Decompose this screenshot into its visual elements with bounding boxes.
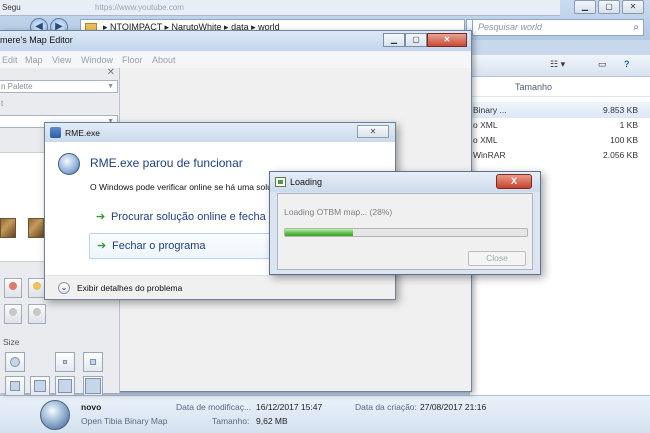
minimize-button[interactable]: ▁ xyxy=(383,33,405,47)
option-label: Fechar o programa xyxy=(112,240,206,252)
map-editor-title: mere's Map Editor xyxy=(0,35,73,45)
brush-size-circle-button[interactable] xyxy=(5,352,25,372)
file-type: Binary ... xyxy=(473,105,507,115)
search-icon[interactable]: ⌕ xyxy=(633,20,639,35)
close-dialog-button: Close xyxy=(468,251,526,266)
column-header: Tamanho xyxy=(470,77,650,97)
brush-tool-button[interactable] xyxy=(4,278,22,298)
brush-tool-button[interactable] xyxy=(28,304,46,324)
palette-subtitle-text: t xyxy=(1,99,4,108)
minimize-button[interactable]: ▁ xyxy=(574,0,596,14)
file-size: 9.853 KB xyxy=(603,105,638,115)
progress-bar-fill xyxy=(285,229,353,236)
details-created-label: Data da criação: xyxy=(355,402,417,412)
menu-floor[interactable]: Floor xyxy=(122,55,143,65)
menu-window[interactable]: Window xyxy=(81,55,113,65)
chevron-down-icon: ▼ xyxy=(107,83,114,90)
crash-message: O Windows pode verificar online se há um… xyxy=(90,182,272,192)
menu-view[interactable]: View xyxy=(52,55,71,65)
tab-url: https://www.youtube.com xyxy=(95,3,184,12)
windows-error-icon xyxy=(58,153,80,175)
show-problem-details-link[interactable]: Exibir detalhes do problema xyxy=(77,283,182,293)
close-button[interactable]: ✕ xyxy=(427,33,467,47)
explorer-window-controls: ▁ ▢ ✕ xyxy=(574,0,644,14)
green-arrow-icon: ➔ xyxy=(97,240,107,252)
file-type: o XML xyxy=(473,135,498,145)
close-program-option[interactable]: ➔ Fechar o programa xyxy=(89,233,279,259)
palette-subtitle: t xyxy=(0,98,118,111)
list-item[interactable]: o XML 100 KB xyxy=(470,132,650,148)
menu-map[interactable]: Map xyxy=(25,55,43,65)
file-size: 2.056 KB xyxy=(603,150,638,160)
search-input[interactable]: Pesquisar world ⌕ xyxy=(472,19,644,36)
close-icon[interactable]: ✕ xyxy=(107,67,115,78)
crash-dialog-footer: ⌄ Exibir detalhes do problema xyxy=(45,275,395,299)
loading-dialog-body: Loading OTBM map... (28%) Close xyxy=(277,193,533,270)
brush-size-button[interactable] xyxy=(5,376,25,396)
palette-type-value: n Palette xyxy=(1,82,33,91)
map-editor-window-controls: ▁ ▢ ✕ xyxy=(383,33,467,47)
brush-size-button[interactable] xyxy=(30,376,50,396)
file-size: 100 KB xyxy=(610,135,638,145)
loading-dialog-titlebar[interactable]: Loading X xyxy=(270,172,540,192)
details-file-name: novo xyxy=(81,402,102,412)
tile-item[interactable] xyxy=(28,218,44,238)
brush-size-button[interactable] xyxy=(55,376,75,396)
crash-heading: RME.exe parou de funcionar xyxy=(90,156,243,170)
list-item[interactable]: Binary ... 9.853 KB xyxy=(470,102,650,118)
explorer-toolbar: ☷ ▾ ▭ ? xyxy=(470,55,650,77)
loading-dialog: Loading X Loading OTBM map... (28%) Clos… xyxy=(269,171,541,275)
brush-size-button[interactable] xyxy=(83,352,103,372)
help-icon[interactable]: ? xyxy=(624,59,630,69)
details-size-label: Tamanho: xyxy=(212,416,250,426)
list-item[interactable]: WinRAR 2.056 KB xyxy=(470,147,650,163)
brush-size-label: Size xyxy=(3,337,20,347)
details-created-value: 27/08/2017 21:16 xyxy=(420,402,487,412)
details-modified-label: Data de modificaç... xyxy=(176,402,252,412)
tile-item[interactable] xyxy=(0,218,16,238)
option-label: Procurar solução online e fecha xyxy=(111,211,266,223)
search-solution-online-option[interactable]: ➔ Procurar solução online e fecha xyxy=(89,205,279,231)
progress-bar xyxy=(284,228,528,237)
close-button[interactable]: ✕ xyxy=(622,0,644,14)
details-pane: novo Open Tibia Binary Map Data de modif… xyxy=(0,395,650,433)
green-arrow-icon: ➔ xyxy=(96,211,106,223)
close-button[interactable]: X xyxy=(496,174,532,189)
column-size[interactable]: Tamanho xyxy=(515,82,552,92)
maximize-button[interactable]: ▢ xyxy=(405,33,427,47)
close-button[interactable]: ✕ xyxy=(357,125,389,138)
file-size: 1 KB xyxy=(619,120,638,130)
preview-pane-icon[interactable]: ▭ xyxy=(598,59,607,70)
browser-tab-strip: Segu https://www.youtube.com xyxy=(0,0,560,16)
loading-message: Loading OTBM map... (28%) xyxy=(284,207,393,217)
app-icon xyxy=(50,127,61,138)
search-placeholder: Pesquisar world xyxy=(478,22,543,32)
details-size-value: 9,62 MB xyxy=(256,416,288,426)
brush-size-button[interactable] xyxy=(55,352,75,372)
map-icon xyxy=(275,177,286,187)
tab-label[interactable]: Segu xyxy=(2,3,21,12)
details-modified-value: 16/12/2017 15:47 xyxy=(256,402,323,412)
brush-tool-button[interactable] xyxy=(4,304,22,324)
map-editor-titlebar[interactable]: mere's Map Editor ▁ ▢ ✕ xyxy=(0,31,471,51)
list-item[interactable]: o XML 1 KB xyxy=(470,117,650,133)
map-file-icon xyxy=(40,400,70,430)
brush-size-button[interactable] xyxy=(83,376,103,396)
palette-type-select[interactable]: n Palette ▼ xyxy=(0,80,118,93)
menu-bar: Edit Map View Window Floor About xyxy=(0,52,471,68)
maximize-button[interactable]: ▢ xyxy=(598,0,620,14)
file-type: o XML xyxy=(473,120,498,130)
loading-dialog-title: Loading xyxy=(290,177,323,187)
crash-dialog-title: RME.exe xyxy=(65,128,100,138)
view-options-icon[interactable]: ☷ ▾ xyxy=(550,59,565,70)
chevron-down-icon[interactable]: ⌄ xyxy=(58,282,70,294)
file-type: WinRAR xyxy=(473,150,506,160)
menu-about[interactable]: About xyxy=(152,55,176,65)
crash-dialog-titlebar[interactable]: RME.exe ✕ xyxy=(45,123,395,142)
details-file-type: Open Tibia Binary Map xyxy=(81,416,168,426)
menu-edit[interactable]: Edit xyxy=(2,55,18,65)
